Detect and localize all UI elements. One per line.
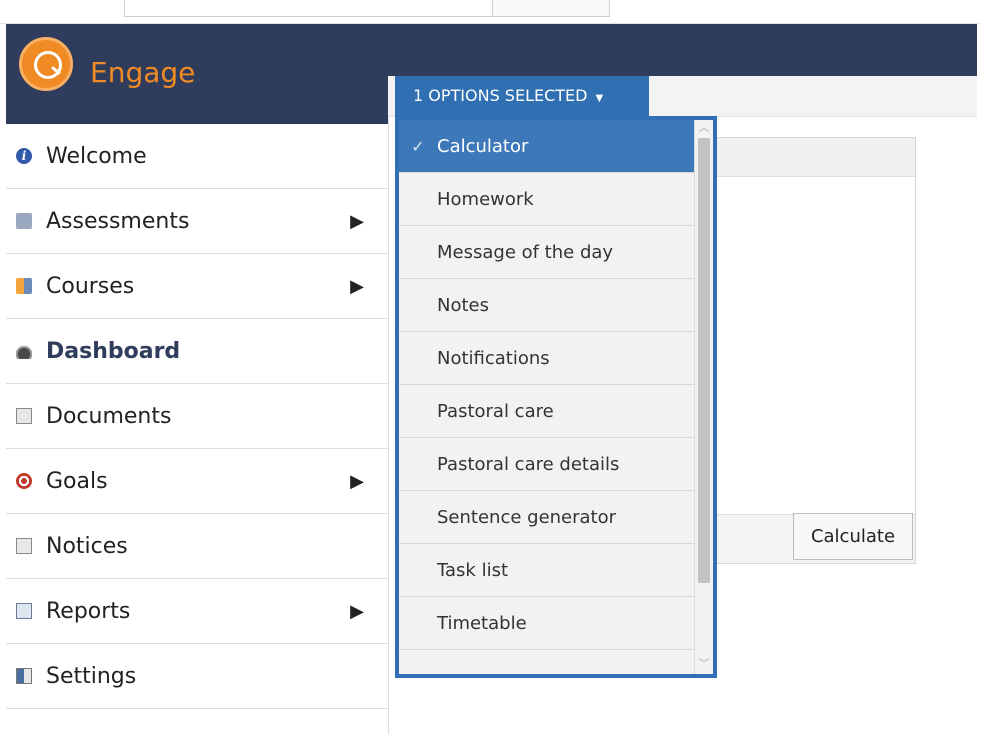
notices-icon: [16, 538, 32, 554]
dropdown-option-message-of-the-day[interactable]: Message of the day: [399, 226, 695, 279]
sidebar-item-label: Settings: [46, 663, 137, 689]
dropdown-option-partial[interactable]: [399, 650, 695, 674]
scroll-thumb[interactable]: [698, 138, 710, 583]
submenu-arrow-icon: ▶: [350, 471, 364, 492]
options-selector-button[interactable]: 1 OPTIONS SELECTED ▼: [395, 76, 649, 116]
submenu-arrow-icon: ▶: [350, 276, 364, 297]
dropdown-option-list: ✓ Calculator Homework Message of the day…: [399, 120, 695, 674]
dropdown-option-label: Timetable: [437, 612, 527, 634]
top-button[interactable]: [492, 0, 610, 17]
dropdown-scrollbar[interactable]: ︿ ﹀: [694, 120, 713, 674]
sidebar-item-label: Courses: [46, 273, 135, 299]
sidebar-item-documents[interactable]: Documents: [6, 384, 388, 449]
dropdown-option-calculator[interactable]: ✓ Calculator: [399, 120, 695, 173]
dashboard-icon: [16, 343, 32, 359]
dropdown-option-label: Calculator: [437, 135, 529, 157]
sidebar-item-label: Assessments: [46, 208, 190, 234]
dropdown-option-pastoral-care[interactable]: Pastoral care: [399, 385, 695, 438]
options-selector-label: 1 OPTIONS SELECTED: [413, 86, 588, 105]
brand-title: Engage: [90, 56, 196, 89]
sidebar-item-welcome[interactable]: i Welcome: [6, 124, 388, 189]
dropdown-option-timetable[interactable]: Timetable: [399, 597, 695, 650]
sidebar-item-label: Notices: [46, 533, 128, 559]
dropdown-option-label: Notes: [437, 294, 489, 316]
panel-header: [701, 138, 915, 177]
scroll-down-icon[interactable]: ﹀: [695, 658, 713, 672]
dropdown-option-task-list[interactable]: Task list: [399, 544, 695, 597]
dropdown-option-label: Homework: [437, 188, 534, 210]
settings-icon: [16, 668, 32, 684]
sidebar-item-label: Documents: [46, 403, 172, 429]
submenu-arrow-icon: ▶: [350, 211, 364, 232]
assessments-icon: [16, 213, 32, 229]
calculate-button[interactable]: Calculate: [793, 513, 913, 560]
caret-down-icon: ▼: [595, 93, 604, 104]
dropdown-option-label: Sentence generator: [437, 506, 617, 528]
submenu-arrow-icon: ▶: [350, 601, 364, 622]
sidebar-menu: i Welcome Assessments ▶ Courses ▶ Dashbo…: [6, 124, 388, 709]
sidebar-item-courses[interactable]: Courses ▶: [6, 254, 388, 319]
sidebar-item-label: Welcome: [46, 143, 147, 169]
dropdown-option-notes[interactable]: Notes: [399, 279, 695, 332]
dropdown-option-sentence-generator[interactable]: Sentence generator: [399, 491, 695, 544]
brand-header[interactable]: Engage: [6, 24, 388, 124]
check-icon: ✓: [411, 136, 425, 156]
dropdown-option-label: Pastoral care: [437, 400, 554, 422]
browser-top-strip: [0, 0, 981, 24]
sidebar-item-settings[interactable]: Settings: [6, 644, 388, 709]
dropdown-option-label: Pastoral care details: [437, 453, 620, 475]
main-header-bar: [388, 24, 977, 76]
scroll-up-icon[interactable]: ︿: [695, 122, 713, 136]
sidebar-item-label: Goals: [46, 468, 108, 494]
engage-logo-icon: [19, 37, 73, 91]
sidebar-item-notices[interactable]: Notices: [6, 514, 388, 579]
documents-icon: [16, 408, 32, 424]
reports-icon: [16, 603, 32, 619]
dropdown-option-label: Message of the day: [437, 241, 614, 263]
dropdown-option-pastoral-care-details[interactable]: Pastoral care details: [399, 438, 695, 491]
sidebar-item-dashboard[interactable]: Dashboard: [6, 319, 388, 384]
courses-icon: [16, 278, 32, 294]
calculator-panel: [700, 137, 916, 564]
dropdown-option-label: Notifications: [437, 347, 550, 369]
options-dropdown: ✓ Calculator Homework Message of the day…: [395, 116, 717, 678]
dropdown-option-notifications[interactable]: Notifications: [399, 332, 695, 385]
sidebar-item-label: Reports: [46, 598, 131, 624]
sidebar-item-label: Dashboard: [46, 338, 181, 364]
dropdown-option-homework[interactable]: Homework: [399, 173, 695, 226]
sidebar-item-assessments[interactable]: Assessments ▶: [6, 189, 388, 254]
sidebar-item-reports[interactable]: Reports ▶: [6, 579, 388, 644]
sidebar-item-goals[interactable]: Goals ▶: [6, 449, 388, 514]
dropdown-option-label: Task list: [437, 559, 509, 581]
goals-icon: [16, 473, 32, 489]
info-icon: i: [16, 148, 32, 164]
sidebar: Engage i Welcome Assessments ▶ Courses ▶…: [6, 24, 389, 734]
address-input[interactable]: [124, 0, 494, 17]
